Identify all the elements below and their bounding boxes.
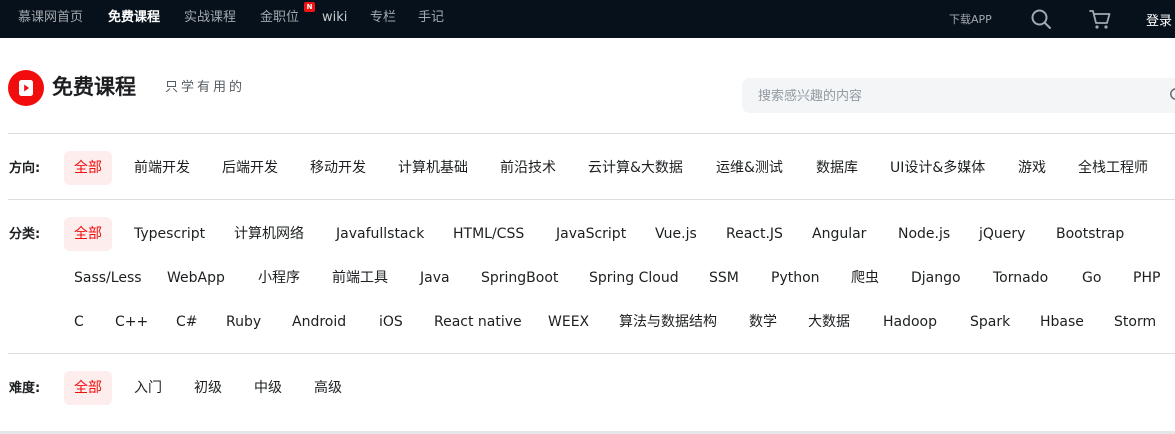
search-box xyxy=(742,78,1175,113)
nav-practical-courses-link[interactable]: 实战课程 xyxy=(184,9,236,27)
direction-chip[interactable]: 数据库 xyxy=(816,158,858,178)
direction-chip[interactable]: 云计算&大数据 xyxy=(588,158,683,178)
play-book-icon xyxy=(8,70,44,106)
category-chip[interactable]: PHP xyxy=(1133,268,1160,288)
category-chip-all[interactable]: 全部 xyxy=(64,217,112,251)
category-chip[interactable]: C# xyxy=(176,312,198,332)
category-chip[interactable]: iOS xyxy=(379,312,403,332)
category-chip[interactable]: SSM xyxy=(709,268,739,288)
category-chip[interactable]: C xyxy=(74,312,84,332)
category-chip[interactable]: JavaScript xyxy=(556,224,626,244)
divider xyxy=(8,199,1175,200)
nav-jobs-link[interactable]: 金职位 xyxy=(260,9,299,27)
direction-chip[interactable]: 移动开发 xyxy=(310,158,366,178)
direction-chip-all[interactable]: 全部 xyxy=(64,151,112,185)
category-chip[interactable]: Spring Cloud xyxy=(589,268,679,288)
cart-icon[interactable] xyxy=(1088,7,1112,31)
direction-chip[interactable]: 计算机基础 xyxy=(398,158,468,178)
nav-home-link[interactable]: 慕课网首页 xyxy=(18,9,83,27)
category-label: 分类: xyxy=(9,227,41,242)
category-chip[interactable]: Python xyxy=(771,268,820,288)
difficulty-label: 难度: xyxy=(9,381,41,396)
category-chip[interactable]: Android xyxy=(292,312,346,332)
category-chip[interactable]: Ruby xyxy=(226,312,261,332)
category-chip[interactable]: Typescript xyxy=(134,224,205,244)
login-link[interactable]: 登录 xyxy=(1146,10,1172,29)
category-chip[interactable]: Storm xyxy=(1114,312,1156,332)
top-nav-bar: 慕课网首页 免费课程 实战课程 金职位 N wiki 专栏 手记 下载APP 登… xyxy=(0,0,1175,38)
category-chip[interactable]: Angular xyxy=(812,224,866,244)
category-chip[interactable]: HTML/CSS xyxy=(453,224,524,244)
category-chip[interactable]: Vue.js xyxy=(655,224,697,244)
difficulty-chip[interactable]: 入门 xyxy=(134,378,162,398)
category-chip[interactable]: Node.js xyxy=(898,224,950,244)
direction-chip[interactable]: 前端开发 xyxy=(134,158,190,178)
category-chip[interactable]: Hbase xyxy=(1040,312,1084,332)
category-chip[interactable]: 前端工具 xyxy=(332,268,388,288)
difficulty-chip[interactable]: 初级 xyxy=(194,378,222,398)
category-chip[interactable]: Tornado xyxy=(993,268,1048,288)
category-chip[interactable]: 算法与数据结构 xyxy=(619,312,717,332)
category-chip[interactable]: WebApp xyxy=(167,268,225,288)
nav-column-link[interactable]: 专栏 xyxy=(370,9,396,27)
category-chip[interactable]: Django xyxy=(911,268,961,288)
direction-chip[interactable]: 全栈工程师 xyxy=(1078,158,1148,178)
new-badge: N xyxy=(304,2,315,12)
difficulty-chip[interactable]: 中级 xyxy=(254,378,282,398)
category-chip[interactable]: WEEX xyxy=(548,312,589,332)
download-app-link[interactable]: 下载APP xyxy=(949,11,992,27)
nav-wiki-link[interactable]: wiki xyxy=(322,9,347,27)
category-chip[interactable]: 数学 xyxy=(749,312,777,332)
category-chip[interactable]: jQuery xyxy=(979,224,1025,244)
category-chip[interactable]: Sass/Less xyxy=(74,268,142,288)
category-chip[interactable]: 小程序 xyxy=(258,268,300,288)
divider xyxy=(8,133,1175,134)
category-chip[interactable]: Spark xyxy=(970,312,1010,332)
direction-chip[interactable]: 运维&测试 xyxy=(716,158,783,178)
category-chip[interactable]: 计算机网络 xyxy=(234,224,304,244)
direction-chip[interactable]: 后端开发 xyxy=(222,158,278,178)
page-subtitle: 只学有用的 xyxy=(165,80,246,95)
difficulty-chip-all[interactable]: 全部 xyxy=(64,371,112,405)
nav-notes-link[interactable]: 手记 xyxy=(418,9,444,27)
difficulty-chip[interactable]: 高级 xyxy=(314,378,342,398)
nav-free-courses-link[interactable]: 免费课程 xyxy=(108,9,160,27)
direction-chip[interactable]: 前沿技术 xyxy=(500,158,556,178)
search-input[interactable] xyxy=(758,86,1138,106)
direction-label: 方向: xyxy=(9,161,41,176)
category-chip[interactable]: React native xyxy=(434,312,522,332)
category-chip[interactable]: Go xyxy=(1082,268,1101,288)
category-chip[interactable]: 爬虫 xyxy=(851,268,879,288)
category-chip[interactable]: 大数据 xyxy=(808,312,850,332)
category-chip[interactable]: C++ xyxy=(115,312,148,332)
search-icon[interactable] xyxy=(1030,8,1052,30)
search-icon[interactable] xyxy=(1169,87,1175,103)
direction-chip[interactable]: 游戏 xyxy=(1018,158,1046,178)
category-chip[interactable]: Hadoop xyxy=(883,312,937,332)
category-chip[interactable]: Bootstrap xyxy=(1056,224,1124,244)
category-chip[interactable]: SpringBoot xyxy=(481,268,558,288)
category-chip[interactable]: React.JS xyxy=(726,224,783,244)
page-title: 免费课程 xyxy=(52,75,136,99)
category-chip[interactable]: Javafullstack xyxy=(336,224,424,244)
divider xyxy=(8,353,1175,354)
category-chip[interactable]: Java xyxy=(420,268,450,288)
direction-chip[interactable]: UI设计&多媒体 xyxy=(890,158,985,178)
